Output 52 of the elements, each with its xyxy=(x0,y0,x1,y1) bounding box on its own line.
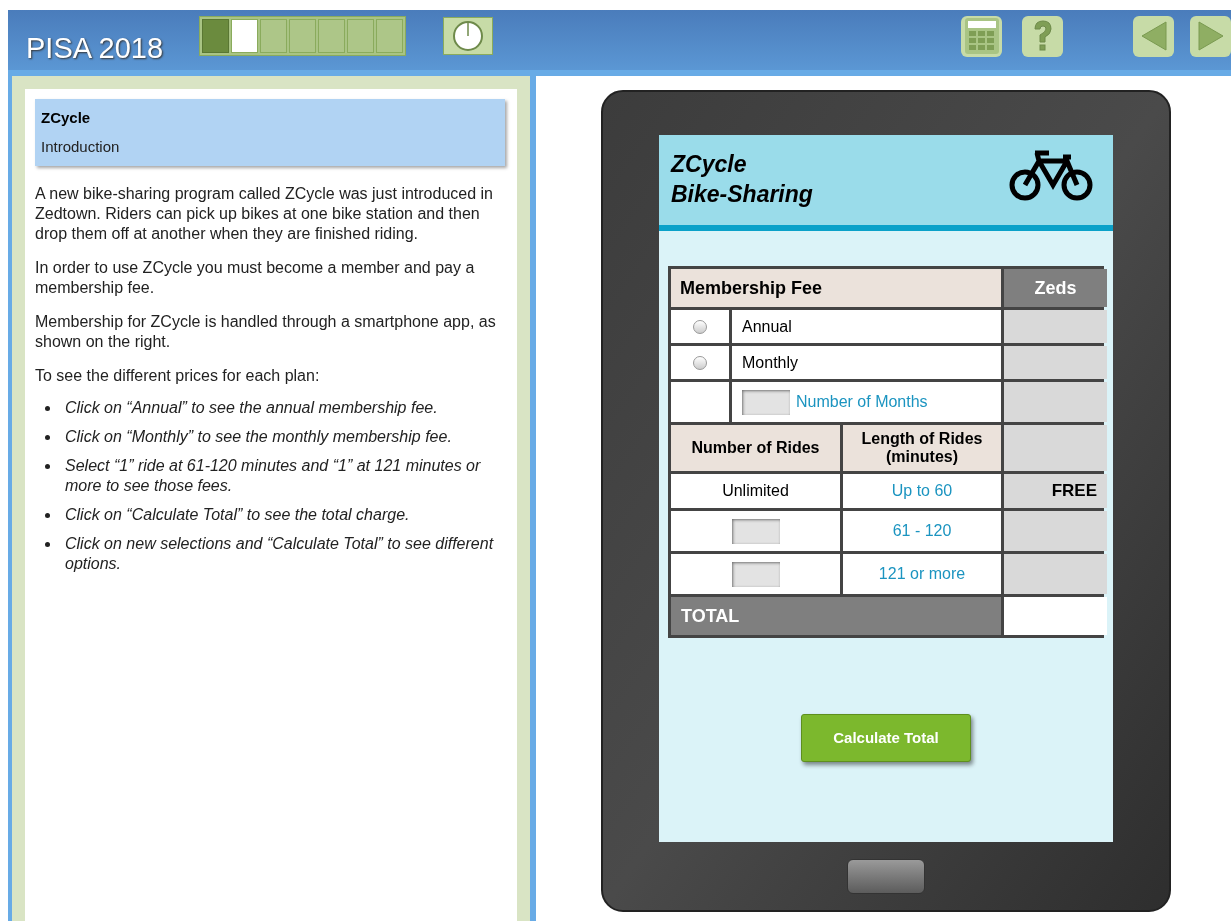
timer-button[interactable] xyxy=(443,17,494,55)
clock-icon xyxy=(452,20,485,52)
instruction-item: Click on “Annual” to see the annual membership fee. xyxy=(65,398,438,418)
instruction-item: Click on “Monthly” to see the monthly membership fee. xyxy=(65,427,452,447)
forward-arrow-icon xyxy=(1196,20,1225,52)
table-cell xyxy=(671,382,729,422)
table-cell: Unlimited xyxy=(671,474,840,508)
bicycle-icon xyxy=(1009,149,1093,201)
instruction-item: Click on new selections and “Calculate Total” to see different options. xyxy=(65,534,495,574)
forward-button[interactable] xyxy=(1190,15,1231,57)
calculator-button[interactable] xyxy=(961,15,1002,57)
table-cell: Monthly xyxy=(732,346,1001,379)
number-input[interactable] xyxy=(742,389,790,415)
number-input[interactable] xyxy=(731,561,780,587)
bullet-icon xyxy=(45,542,50,547)
progress-step[interactable] xyxy=(231,19,259,53)
help-button[interactable] xyxy=(1022,15,1063,57)
number-input[interactable] xyxy=(731,518,780,544)
table-cell: 61 - 120 xyxy=(843,511,1001,551)
instruction-item: Click on “Calculate Total” to see the total charge. xyxy=(65,505,410,525)
table-header: Membership Fee xyxy=(671,269,1001,307)
help-icon xyxy=(1031,19,1054,53)
input-label: Number of Months xyxy=(796,392,928,412)
back-button[interactable] xyxy=(1133,15,1174,57)
table-cell: Up to 60 xyxy=(843,474,1001,508)
bullet-icon xyxy=(45,406,50,411)
instruction-item: Select “1” ride at 61-120 minutes and “1” at 121 minutes or more to see those fees. xyxy=(65,456,482,496)
app-name: ZCycle Bike-Sharing xyxy=(671,150,813,209)
radio-button[interactable] xyxy=(693,319,707,334)
app-title: PISA 2018 xyxy=(26,31,164,67)
paragraph: In order to use ZCycle you must become a member and pay a membership fee. xyxy=(35,258,476,298)
home-button[interactable] xyxy=(847,859,925,894)
table-header: Zeds xyxy=(1004,269,1107,307)
back-arrow-icon xyxy=(1139,20,1168,52)
paragraph: Membership for ZCycle is handled through a smartphone app, as shown on the right. xyxy=(35,312,497,352)
table-cell: Annual xyxy=(732,310,1001,343)
progress-step[interactable] xyxy=(202,19,230,53)
bullet-icon xyxy=(45,464,50,469)
heading-subtitle: Introduction xyxy=(41,136,121,157)
paragraph: To see the different prices for each plan: xyxy=(35,366,321,386)
bullet-icon xyxy=(45,513,50,518)
table-cell: 121 or more xyxy=(843,554,1001,594)
table-header: Number of Rides xyxy=(671,425,840,471)
paragraph: A new bike-sharing program called ZCycle was just introduced in Zedtown. Riders can pick up bikes at one bike station and then drop them off at another when they are finished riding. xyxy=(35,184,494,244)
calculate-total-button[interactable]: Calculate Total xyxy=(801,714,971,762)
bullet-icon xyxy=(45,435,50,440)
heading-title: ZCycle xyxy=(41,108,92,128)
table-header: TOTAL xyxy=(671,597,1001,635)
calculator-icon xyxy=(964,18,999,54)
table-cell: FREE xyxy=(1004,474,1107,508)
radio-button[interactable] xyxy=(693,355,707,370)
table-header: Length of Rides (minutes) xyxy=(843,425,1001,471)
